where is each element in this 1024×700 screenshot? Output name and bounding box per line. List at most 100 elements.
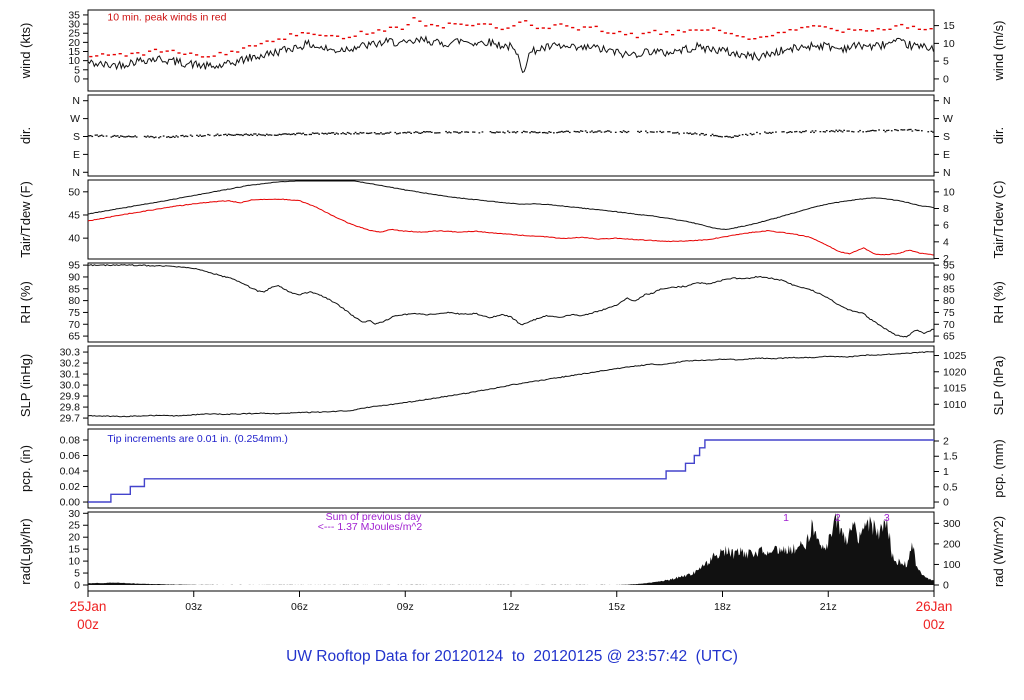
right-tick-label: S [943,131,950,143]
left-tick-label: 30.0 [60,380,81,392]
left-tick-label: 95 [68,260,80,272]
left-tick-label: 45 [68,209,80,221]
right-tick-label: 0.5 [943,481,958,493]
left-tick-label: 50 [68,186,80,198]
right-tick-label: 80 [943,295,955,307]
right-tick-label: 70 [943,319,955,331]
left-tick-label: 29.9 [60,391,81,403]
right-axis-title-rh: RH (%) [991,281,1006,324]
weather-plot-page: 0 5 10 15 20 25 30 35 0 5 10 15 wind (kts) wind (m/s)… [0,0,1024,700]
annotation: 1 [783,512,789,524]
right-axis-title-wind: wind (m/s) [991,21,1006,82]
left-tick-label: 35 [68,9,80,21]
panel-rad: 0510152025300100200300rad(Lgly/hr) rad (W… [18,508,1006,592]
panel-slp: 29.729.829.930.030.130.230.3 1010 1015 1020… [18,345,1006,426]
x-tick-label: 09z [397,601,414,613]
panel-pcp: 0.00 0.02 0.04 0.06 0.08 0 0.5 1 1.5 2 pcp. (in) pc… [18,428,1006,509]
right-tick-label: 65 [943,331,955,343]
left-tick-label: 30.2 [60,358,81,370]
left-tick-label: 90 [68,271,80,283]
right-tick-label: 100 [943,559,961,571]
x-tick-label: 18z [714,601,731,613]
left-tick-label: N [72,167,80,179]
x-tick-label: 21z [820,601,837,613]
right-axis-title-rad: rad (W/m^2) [991,516,1006,587]
right-tick-label: 8 [943,203,949,215]
left-axis-title-rad: rad(Lgly/hr) [18,518,33,584]
right-tick-label: W [943,113,953,125]
chart-title: UW Rooftop Data for 20120124 to 20120125… [286,648,738,665]
left-axis-title-rh: RH (%) [18,281,33,324]
left-axis-title-pcp: pcp. (in) [18,445,33,492]
right-tick-label: 0 [943,73,949,85]
right-tick-label: 75 [943,307,955,319]
panel-wind: 05101520253035051015wind (kts) wind (m/s)… [18,9,1006,92]
right-tick-label: N [943,167,951,179]
right-tick-label: N [943,95,951,107]
left-tick-label: 5 [74,568,80,580]
left-tick-label: 29.7 [60,413,81,425]
weather-multipanel-chart: 05101520253035051015wind (kts) wind (m/s)… [18,9,1006,632]
x-tick-label: 06z [291,601,308,613]
annotation: <--- 1.37 MJoules/m^2 [318,521,423,533]
right-tick-label: 10 [943,186,955,198]
left-tick-label: S [73,131,80,143]
right-tick-label: 200 [943,538,961,550]
x-tick-label: 12z [503,601,520,613]
left-tick-label: 0.00 [60,497,81,509]
right-tick-label: 2 [943,435,949,447]
left-tick-label: N [72,95,80,107]
right-tick-label: 300 [943,518,961,530]
left-tick-label: 0.02 [60,481,81,493]
right-tick-label: 1025 [943,350,967,362]
left-axis-title-slp: SLP (inHg) [18,354,33,417]
left-tick-label: 25 [68,520,80,532]
left-tick-label: 0 [74,580,80,592]
left-tick-label: 65 [68,331,80,343]
panel-rh: 6570758085909565707580859095RH (%) RH (%) [18,260,1006,343]
left-tick-label: 20 [68,532,80,544]
right-tick-label: 1015 [943,383,967,395]
right-axis-title-dir: dir. [991,127,1006,144]
panel-temp: 404550246810Tair/Tdew (F) Tair/Tdew (C) [18,179,1006,265]
left-tick-label: 80 [68,295,80,307]
left-tick-label: 40 [68,233,80,245]
x-tick-label: 15z [608,601,625,613]
panel-dir: NESWNNESWNdir. dir. [18,94,1006,179]
right-tick-label: 6 [943,220,949,232]
left-tick-label: 30.1 [60,369,81,381]
x-axis: 03z 06z 09z 12z 15z 18z 21z 25Jan 00z 26Jan 00z [70,591,953,632]
left-tick-label: 0.06 [60,450,81,462]
start-date-label: 25Jan [70,599,107,614]
right-tick-label: 15 [943,20,955,32]
left-tick-label: 85 [68,283,80,295]
right-tick-label: 1010 [943,399,967,411]
right-tick-label: 0 [943,579,949,591]
left-tick-label: 29.8 [60,402,81,414]
left-axis-title-dir: dir. [18,127,33,144]
right-axis-title-pcp: pcp. (mm) [991,439,1006,498]
x-tick-label: 03z [185,601,202,613]
right-axis-title-temp: Tair/Tdew (C) [991,180,1006,258]
left-tick-label: 30.3 [60,347,81,359]
left-tick-label: W [70,113,80,125]
right-tick-label: 1020 [943,366,967,378]
right-tick-label: E [943,149,950,161]
end-date-label: 00z [923,617,945,632]
right-tick-label: 1.5 [943,451,958,463]
right-axis-title-slp: SLP (hPa) [991,356,1006,416]
annotation: 3 [884,512,890,524]
left-tick-label: 0.08 [60,435,81,447]
left-axis-title-temp: Tair/Tdew (F) [18,181,33,258]
right-tick-label: 1 [943,466,949,478]
left-tick-label: 10 [68,556,80,568]
annotation: 2 [835,512,841,524]
annotation: Tip increments are 0.01 in. (0.254mm.) [107,433,288,445]
right-tick-label: 0 [943,497,949,509]
right-tick-label: 85 [943,283,955,295]
left-tick-label: 70 [68,319,80,331]
end-date-label: 26Jan [916,599,953,614]
right-tick-label: 90 [943,271,955,283]
left-tick-label: 75 [68,307,80,319]
left-tick-label: 0.04 [60,466,81,478]
